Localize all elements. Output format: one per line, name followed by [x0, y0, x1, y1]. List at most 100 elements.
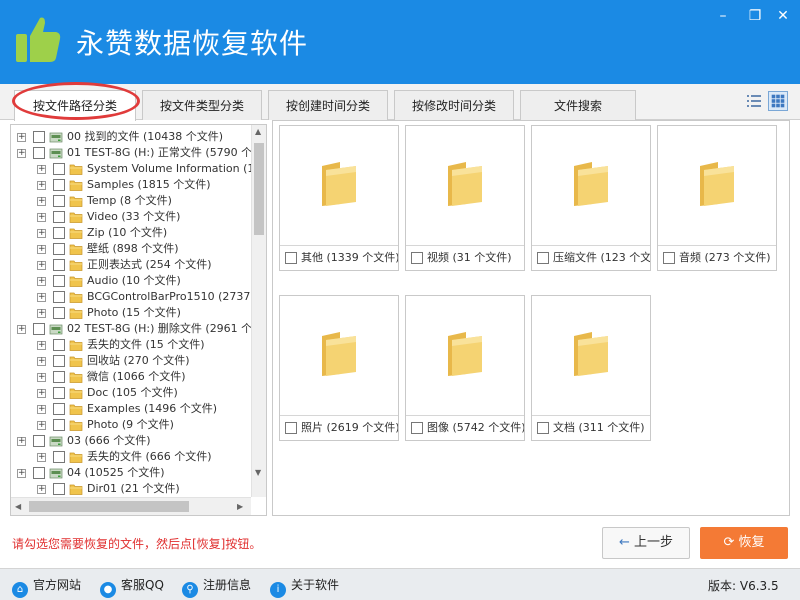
about-link[interactable]: i 关于软件 [270, 575, 339, 598]
expand-toggle-icon[interactable]: + [17, 437, 26, 446]
tree-checkbox[interactable] [53, 179, 65, 191]
tree-checkbox[interactable] [53, 195, 65, 207]
expand-toggle-icon[interactable]: + [37, 181, 46, 190]
tree-checkbox[interactable] [53, 275, 65, 287]
expand-toggle-icon[interactable]: + [37, 453, 46, 462]
tree-vertical-scroll-thumb[interactable] [254, 143, 264, 235]
tree-checkbox[interactable] [53, 211, 65, 223]
file-type-card[interactable]: 音频 (273 个文件) [657, 125, 777, 271]
file-type-card[interactable]: 视频 (31 个文件) [405, 125, 525, 271]
tree-checkbox[interactable] [53, 243, 65, 255]
tab-by-path[interactable]: 按文件路径分类 [14, 90, 136, 121]
expand-toggle-icon[interactable]: + [17, 149, 26, 158]
tree-item-label: Doc (105 个文件) [87, 386, 178, 399]
expand-toggle-icon[interactable]: + [37, 277, 46, 286]
scroll-left-icon[interactable]: ◀ [15, 502, 21, 511]
tree-checkbox[interactable] [53, 307, 65, 319]
scroll-down-icon[interactable]: ▼ [255, 468, 261, 477]
app-title: 永赞数据恢复软件 [76, 27, 309, 60]
expand-toggle-icon[interactable]: + [37, 245, 46, 254]
tree-item-label: Audio (10 个文件) [87, 274, 181, 287]
grid-view-icon[interactable] [768, 91, 788, 111]
expand-toggle-icon[interactable]: + [17, 133, 26, 142]
list-view-icon[interactable] [744, 91, 764, 111]
tree-checkbox[interactable] [53, 227, 65, 239]
tree-checkbox[interactable] [33, 467, 45, 479]
tree-checkbox[interactable] [53, 403, 65, 415]
card-label: 压缩文件 (123 个文件) [553, 251, 650, 264]
tree-item-label: Zip (10 个文件) [87, 226, 168, 239]
tab-by-modify-time[interactable]: 按修改时间分类 [394, 90, 514, 120]
maximize-button[interactable]: ❐ [744, 6, 766, 26]
official-site-link[interactable]: ⌂ 官方网站 [12, 575, 81, 598]
card-checkbox[interactable] [411, 252, 423, 264]
expand-toggle-icon[interactable]: + [17, 469, 26, 478]
expand-toggle-icon[interactable]: + [37, 357, 46, 366]
expand-toggle-icon[interactable]: + [37, 485, 46, 494]
expand-toggle-icon[interactable]: + [37, 293, 46, 302]
tree-item-label: 00 找到的文件 (10438 个文件) [67, 130, 224, 143]
expand-toggle-icon[interactable]: + [37, 229, 46, 238]
expand-toggle-icon[interactable]: + [37, 405, 46, 414]
card-checkbox[interactable] [285, 252, 297, 264]
minimize-button[interactable]: – [712, 6, 734, 26]
registration-info-link[interactable]: ⚲ 注册信息 [182, 575, 251, 598]
key-icon: ⚲ [182, 582, 198, 598]
support-qq-link[interactable]: ● 客服QQ [100, 575, 164, 598]
tree-checkbox[interactable] [53, 483, 65, 495]
expand-toggle-icon[interactable]: + [17, 325, 26, 334]
drive-icon [49, 434, 63, 448]
expand-toggle-icon[interactable]: + [37, 421, 46, 430]
tree-checkbox[interactable] [53, 419, 65, 431]
tree-checkbox[interactable] [33, 435, 45, 447]
tree-horizontal-scroll-thumb[interactable] [29, 501, 189, 512]
close-button[interactable]: ✕ [772, 6, 794, 26]
tree-horizontal-scrollbar[interactable]: ◀ ▶ [11, 497, 251, 515]
previous-step-button[interactable]: ← 上一步 [602, 527, 690, 559]
tree-vertical-scrollbar[interactable]: ▲ ▼ [251, 125, 266, 497]
folder-tree[interactable]: +00 找到的文件 (10438 个文件) +01 TEST-8G (H:) 正常… [10, 124, 267, 516]
expand-toggle-icon[interactable]: + [37, 197, 46, 206]
tree-checkbox[interactable] [53, 355, 65, 367]
expand-toggle-icon[interactable]: + [37, 341, 46, 350]
card-checkbox[interactable] [663, 252, 675, 264]
expand-toggle-icon[interactable]: + [37, 373, 46, 382]
expand-toggle-icon[interactable]: + [37, 261, 46, 270]
tab-file-search[interactable]: 文件搜索 [520, 90, 636, 120]
file-type-card[interactable]: 照片 (2619 个文件) [279, 295, 399, 441]
tree-checkbox[interactable] [33, 323, 45, 335]
card-checkbox[interactable] [537, 422, 549, 434]
file-type-card[interactable]: 图像 (5742 个文件) [405, 295, 525, 441]
tree-checkbox[interactable] [53, 291, 65, 303]
tab-by-create-time[interactable]: 按创建时间分类 [268, 90, 388, 120]
tab-by-type[interactable]: 按文件类型分类 [142, 90, 262, 120]
tree-checkbox[interactable] [53, 387, 65, 399]
file-type-card[interactable]: 压缩文件 (123 个文件) [531, 125, 651, 271]
tree-checkbox[interactable] [33, 147, 45, 159]
tree-checkbox[interactable] [53, 339, 65, 351]
recover-button[interactable]: ⟳ 恢复 [700, 527, 788, 559]
card-checkbox[interactable] [285, 422, 297, 434]
card-checkbox[interactable] [537, 252, 549, 264]
tree-checkbox[interactable] [53, 163, 65, 175]
file-type-card[interactable]: 文档 (311 个文件) [531, 295, 651, 441]
tree-checkbox[interactable] [53, 451, 65, 463]
tree-item-label: Dir01 (21 个文件) [87, 482, 180, 495]
folder-icon [444, 160, 486, 208]
drive-icon [49, 466, 63, 480]
card-checkbox[interactable] [411, 422, 423, 434]
recover-label: 恢复 [738, 535, 765, 550]
scroll-up-icon[interactable]: ▲ [255, 127, 261, 136]
tree-item-label: 02 TEST-8G (H:) 删除文件 (2961 个文 [67, 322, 251, 335]
previous-step-label: 上一步 [634, 535, 674, 550]
tree-checkbox[interactable] [33, 131, 45, 143]
expand-toggle-icon[interactable]: + [37, 309, 46, 318]
scroll-right-icon[interactable]: ▶ [237, 502, 243, 511]
expand-toggle-icon[interactable]: + [37, 213, 46, 222]
file-type-card[interactable]: 其他 (1339 个文件) [279, 125, 399, 271]
expand-toggle-icon[interactable]: + [37, 389, 46, 398]
card-footer: 压缩文件 (123 个文件) [532, 245, 650, 271]
expand-toggle-icon[interactable]: + [37, 165, 46, 174]
tree-checkbox[interactable] [53, 259, 65, 271]
tree-checkbox[interactable] [53, 371, 65, 383]
